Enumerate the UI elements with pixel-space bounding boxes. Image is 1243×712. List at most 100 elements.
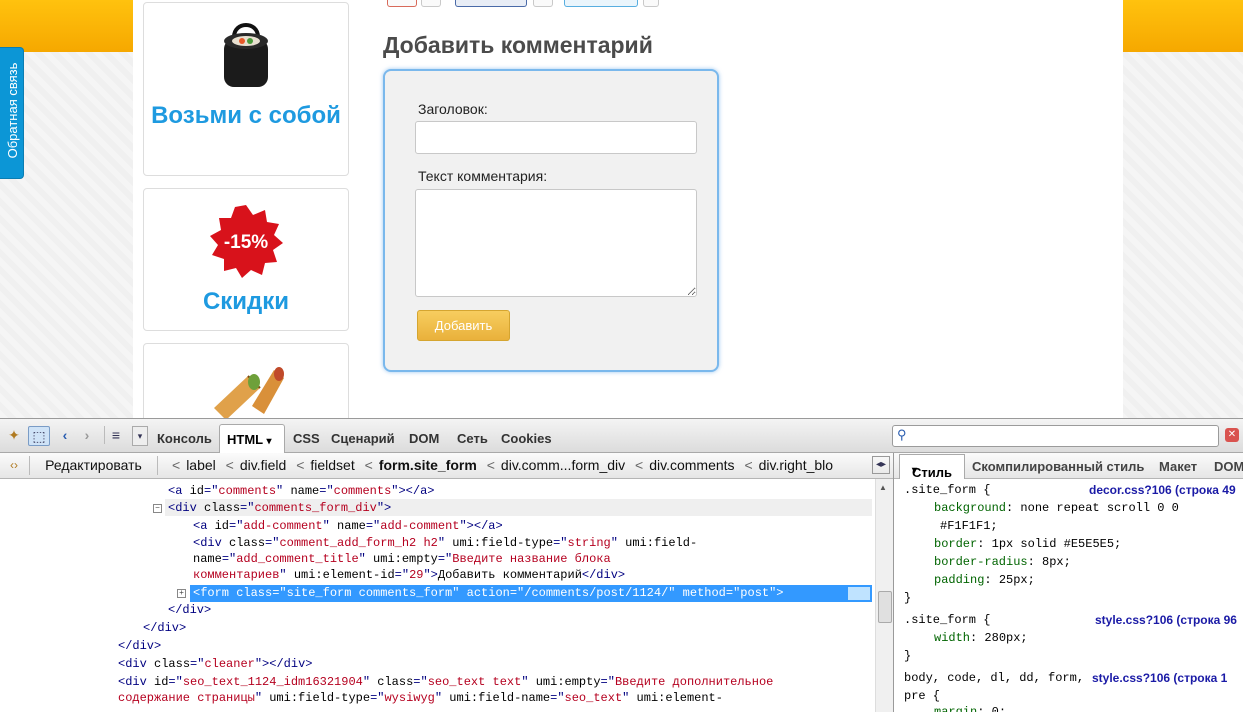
scrollbar-thumb[interactable] — [878, 591, 892, 623]
menu-lines-icon[interactable]: ≡ — [104, 426, 127, 444]
css-source-link[interactable]: style.css?106 (строка 96 — [1095, 613, 1237, 627]
breadcrumb-item[interactable]: div.comments — [649, 457, 734, 473]
breadcrumb-item[interactable]: fieldset — [310, 457, 354, 473]
css-source-link[interactable]: style.css?106 (строка 1 — [1092, 671, 1227, 685]
selection-end-marker — [848, 587, 870, 600]
chevron-down-icon: ▾ — [266, 436, 272, 447]
tree-node-cont: содержание страницы" umi:field-type="wys… — [118, 691, 723, 705]
side-tabs: Стиль ▾ Скомпилированный стиль Макет DOM — [894, 453, 1243, 480]
forward-arrow-icon[interactable]: › — [80, 426, 94, 444]
text-label: Текст комментария: — [418, 168, 548, 184]
collapse-icon[interactable]: − — [153, 504, 162, 513]
breadcrumb-item-active[interactable]: form.site_form — [379, 457, 477, 473]
css-source-link[interactable]: decor.css?106 (строка 49 — [1089, 483, 1236, 497]
scroll-up-icon[interactable]: ▲ — [879, 483, 887, 492]
tree-node-cont: комментариев" umi:element-id="29">Добави… — [193, 568, 626, 582]
web-page: Обратная связь Возьми с собой -15% Скидк… — [0, 0, 1243, 418]
tab-html[interactable]: HTML ▾ — [219, 424, 285, 453]
add-comment-button[interactable]: Добавить — [417, 310, 510, 341]
expand-icon[interactable]: + — [177, 589, 186, 598]
css-property[interactable]: border-radius: 8px; — [934, 553, 1071, 571]
share-button-facebook[interactable] — [455, 0, 527, 7]
firebug-panel: ✦ ⬚ ‹ › ≡ ▾ Консоль HTML ▾ CSS Сценарий … — [0, 418, 1243, 712]
selected-form-node[interactable]: <form class="site_form comments_form" ac… — [193, 585, 784, 601]
tab-css[interactable]: CSS — [293, 431, 320, 446]
tree-node[interactable]: <a id="add-comment" name="add-comment"><… — [193, 518, 503, 534]
header-band-left — [0, 0, 133, 52]
breadcrumb-item[interactable]: label — [186, 457, 216, 473]
tab-cookies[interactable]: Cookies — [501, 431, 552, 446]
promo-takeaway[interactable]: Возьми с собой — [143, 2, 349, 176]
search-icon: ⚲ — [897, 427, 907, 442]
comment-form: Заголовок: Текст комментария: Добавить — [383, 69, 719, 372]
css-property-cont: #F1F1F1; — [940, 519, 998, 533]
tab-net[interactable]: Сеть — [457, 431, 488, 446]
discount-badge-icon: -15% — [210, 205, 283, 278]
promo-discounts-title: Скидки — [202, 288, 290, 315]
close-icon[interactable]: ✕ — [1225, 428, 1239, 442]
bag-icon — [224, 23, 268, 87]
devtools-toolbar: ✦ ⬚ ‹ › ≡ ▾ Консоль HTML ▾ CSS Сценарий … — [0, 419, 1243, 453]
title-label: Заголовок: — [418, 101, 488, 117]
header-band-right — [1123, 0, 1243, 52]
share-button-google[interactable] — [387, 0, 417, 7]
css-selector[interactable]: .site_form { — [904, 481, 990, 499]
css-brace: } — [904, 591, 912, 605]
html-tree: <a id="comments" name="comments"></a> − … — [0, 479, 874, 712]
tree-close-tag: </div> — [118, 639, 162, 653]
breadcrumb-item[interactable]: div.field — [240, 457, 286, 473]
css-property[interactable]: width: 280px; — [934, 629, 1028, 647]
breadcrumb: < label < div.field < fieldset < form.site_f… — [172, 457, 834, 473]
tree-node[interactable]: <a id="comments" name="comments"></a> — [168, 483, 434, 499]
back-arrow-icon[interactable]: ‹ — [58, 426, 72, 444]
css-brace: } — [904, 649, 912, 663]
breadcrumb-item[interactable]: div.right_blo — [759, 457, 833, 473]
css-property[interactable]: padding: 25px; — [934, 571, 1035, 589]
add-comment-heading: Добавить комментарий — [383, 32, 653, 58]
tab-console[interactable]: Консоль — [157, 431, 212, 446]
firebug-icon[interactable]: ✦ — [4, 426, 24, 444]
comment-text-area[interactable] — [415, 189, 697, 297]
comment-title-input[interactable] — [415, 121, 697, 154]
tree-node-cont: name="add_comment_title" umi:empty="Введ… — [193, 552, 611, 566]
tree-close-tag: </div> — [168, 603, 212, 617]
share-counter — [533, 0, 553, 7]
css-property[interactable]: background: none repeat scroll 0 0 — [934, 499, 1179, 517]
inspect-icon[interactable]: ⬚ — [28, 426, 50, 446]
discount-badge-text: -15% — [224, 232, 268, 253]
tab-html-label: HTML — [227, 432, 263, 447]
tree-node[interactable]: <div class="comments_form_div"> — [168, 500, 391, 516]
css-selector[interactable]: body, code, dl, dd, form, — [904, 669, 1084, 687]
css-rules: .site_form { decor.css?106 (строка 49 ba… — [894, 481, 1243, 712]
breadcrumb-bar: ‹› Редактировать < label < div.field < fiel… — [0, 453, 893, 479]
share-counter — [643, 0, 659, 7]
tree-close-tag: </div> — [143, 621, 187, 635]
scrollbar[interactable]: ▲ — [875, 479, 893, 712]
tree-node[interactable]: <div id="seo_text_1124_idm16321904" clas… — [118, 674, 773, 690]
tab-side-dom[interactable]: DOM — [1214, 459, 1243, 474]
search-input[interactable] — [913, 427, 1215, 445]
tab-dom[interactable]: DOM — [409, 431, 439, 446]
tree-node[interactable]: <div class="comment_add_form_h2 h2" umi:… — [193, 535, 697, 551]
promo-takeaway-title: Возьми с собой — [151, 102, 341, 129]
breadcrumb-scroll-icon[interactable]: ◂▸ — [872, 456, 890, 474]
nested-arrows-icon[interactable]: ‹› — [6, 456, 22, 474]
promo-rolls[interactable] — [143, 343, 349, 418]
share-button-twitter[interactable] — [564, 0, 638, 7]
dropdown-arrow-icon[interactable]: ▾ — [132, 426, 148, 446]
css-property[interactable]: border: 1px solid #E5E5E5; — [934, 535, 1121, 553]
breadcrumb-item[interactable]: div.comm...form_div — [501, 457, 625, 473]
tab-layout[interactable]: Макет — [1159, 459, 1197, 474]
tab-computed-style[interactable]: Скомпилированный стиль — [972, 459, 1144, 474]
search-box[interactable]: ⚲ — [892, 425, 1219, 447]
tree-node[interactable]: <div class="cleaner"></div> — [118, 656, 312, 672]
tab-script[interactable]: Сценарий — [331, 431, 395, 446]
feedback-tab[interactable]: Обратная связь — [0, 47, 24, 179]
promo-discounts[interactable]: -15% Скидки — [143, 188, 349, 331]
css-selector[interactable]: .site_form { — [904, 611, 990, 629]
style-side-panel: Стиль ▾ Скомпилированный стиль Макет DOM… — [893, 453, 1243, 712]
tab-style-label: Стиль — [912, 465, 952, 480]
tab-style[interactable]: Стиль ▾ — [899, 454, 965, 480]
edit-button[interactable]: Редактировать — [29, 456, 158, 475]
share-counter — [421, 0, 441, 7]
